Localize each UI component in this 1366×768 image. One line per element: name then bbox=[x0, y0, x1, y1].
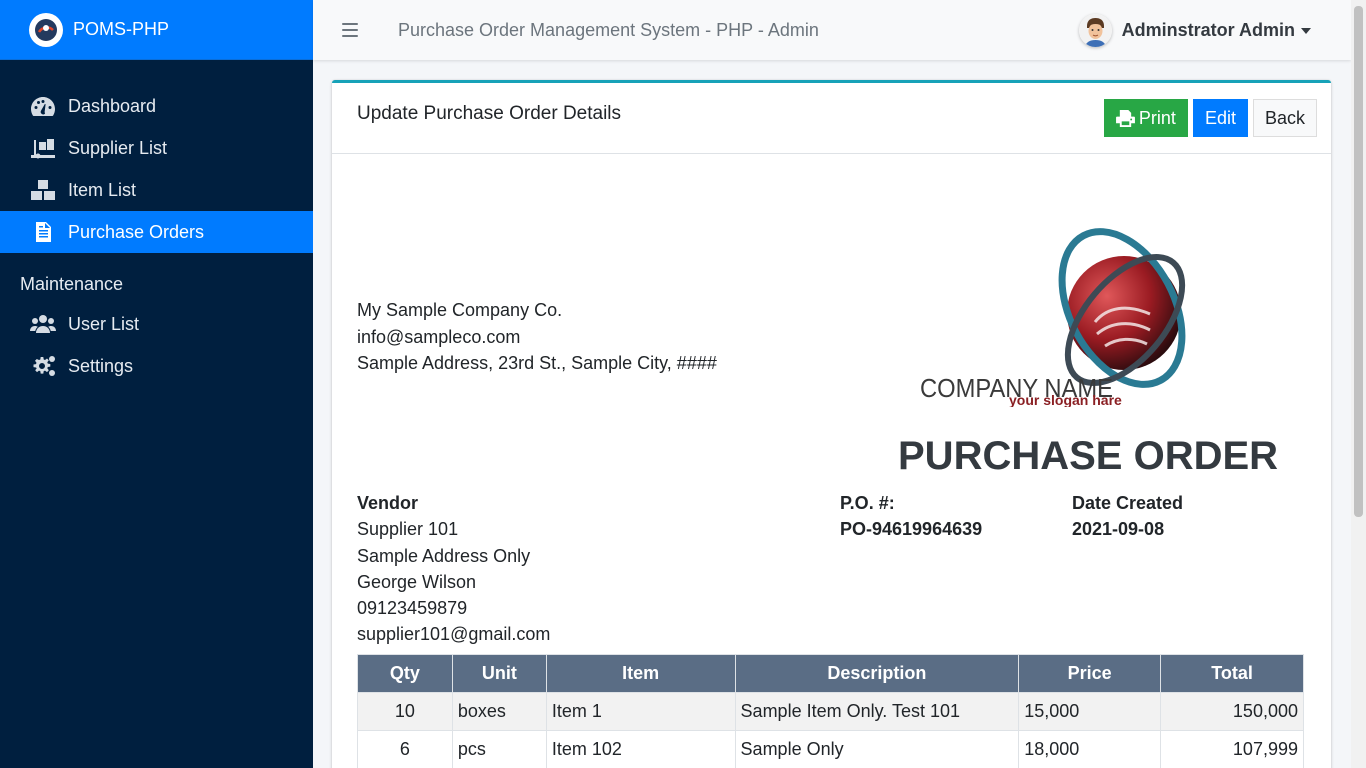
column-header-description: Description bbox=[734, 654, 1020, 693]
cell-price: 18,000 bbox=[1018, 730, 1162, 768]
vendor-address: Sample Address Only bbox=[357, 545, 531, 566]
card-header: Update Purchase Order Details Print Edit… bbox=[332, 83, 1331, 154]
sidebar-item-dashboard[interactable]: Dashboard bbox=[0, 85, 313, 127]
card-title: Update Purchase Order Details bbox=[357, 103, 622, 124]
cell-qty: 10 bbox=[357, 692, 453, 731]
sidebar-item-label: Dashboard bbox=[68, 95, 157, 116]
vendor-label: Vendor bbox=[357, 493, 419, 513]
table-header-row: Qty Unit Item Description Price Total bbox=[357, 654, 1304, 693]
table-row: 10 boxes Item 1 Sample Item Only. Test 1… bbox=[357, 692, 1304, 731]
date-created: 2021-09-08 bbox=[1072, 519, 1165, 540]
sidebar: POMS-PHP Dashboard Supplier List Item Li… bbox=[0, 0, 313, 768]
cell-qty: 6 bbox=[357, 730, 453, 768]
cogs-icon bbox=[29, 354, 56, 378]
column-header-qty: Qty bbox=[357, 654, 453, 693]
users-icon bbox=[29, 312, 56, 336]
date-created-label: Date Created bbox=[1072, 493, 1184, 513]
cell-description: Sample Item Only. Test 101 bbox=[734, 692, 1020, 731]
print-label: Print bbox=[1138, 107, 1176, 128]
tachometer-icon bbox=[29, 94, 56, 118]
sidebar-item-settings[interactable]: Settings bbox=[0, 345, 313, 387]
po-number: PO-94619964639 bbox=[840, 519, 983, 540]
sidebar-item-label: User List bbox=[68, 313, 140, 334]
column-header-unit: Unit bbox=[451, 654, 547, 693]
column-header-item: Item bbox=[545, 654, 736, 693]
boxes-icon bbox=[29, 178, 56, 202]
column-header-total: Total bbox=[1160, 654, 1304, 693]
top-navbar: Purchase Order Management System - PHP -… bbox=[313, 0, 1351, 60]
brand-link[interactable]: POMS-PHP bbox=[0, 0, 313, 60]
vendor-contact: George Wilson bbox=[357, 571, 477, 592]
vendor-phone: 09123459879 bbox=[357, 598, 468, 619]
cell-price: 15,000 bbox=[1018, 692, 1162, 731]
logo-slogan: your slogan hare bbox=[1009, 392, 1122, 407]
caret-down-icon bbox=[1301, 27, 1311, 34]
cell-item: Item 1 bbox=[545, 692, 736, 731]
company-logo: COMPANY NAME your slogan hare bbox=[917, 202, 1222, 408]
company-address: Sample Address, 23rd St., Sample City, #… bbox=[357, 353, 717, 373]
sidebar-item-purchase-orders[interactable]: Purchase Orders bbox=[0, 211, 313, 253]
date-created-block: Date Created 2021-09-08 bbox=[1072, 490, 1183, 543]
brand-name: POMS-PHP bbox=[73, 19, 170, 39]
sidebar-item-label: Supplier List bbox=[68, 137, 168, 158]
cell-unit: boxes bbox=[451, 692, 547, 731]
sidebar-item-item-list[interactable]: Item List bbox=[0, 169, 313, 211]
purchase-order-heading: PURCHASE ORDER bbox=[898, 434, 1279, 478]
cell-total: 150,000 bbox=[1160, 692, 1304, 731]
brand-logo-icon bbox=[29, 12, 63, 47]
company-email: info@sampleco.com bbox=[357, 326, 521, 347]
scrollbar-thumb[interactable] bbox=[1354, 6, 1363, 517]
app-title: Purchase Order Management System - PHP -… bbox=[398, 19, 819, 40]
vendor-email: supplier101@gmail.com bbox=[357, 624, 551, 645]
truck-loading-icon bbox=[29, 136, 56, 160]
sidebar-nav: Dashboard Supplier List Item List Purcha… bbox=[0, 60, 313, 387]
order-items-table: Qty Unit Item Description Price Total 10… bbox=[357, 654, 1304, 768]
po-number-block: P.O. #: PO-94619964639 bbox=[840, 490, 982, 543]
sidebar-item-label: Item List bbox=[68, 179, 137, 200]
menu-toggle-icon[interactable] bbox=[342, 23, 358, 37]
company-info: My Sample Company Co. info@sampleco.com … bbox=[357, 297, 717, 377]
back-button[interactable]: Back bbox=[1252, 99, 1317, 137]
card-actions: Print Edit Back bbox=[1099, 99, 1317, 137]
vendor-info: Vendor Supplier 101 Sample Address Only … bbox=[357, 490, 550, 648]
user-name: Adminstrator Admin bbox=[1121, 20, 1295, 40]
company-name: My Sample Company Co. bbox=[357, 300, 563, 320]
sidebar-item-label: Purchase Orders bbox=[68, 221, 205, 242]
column-header-price: Price bbox=[1018, 654, 1162, 693]
sidebar-item-user-list[interactable]: User List bbox=[0, 303, 313, 345]
sidebar-item-label: Settings bbox=[68, 355, 134, 376]
purchase-order-card: Update Purchase Order Details Print Edit… bbox=[332, 80, 1331, 768]
sidebar-section-maintenance: Maintenance bbox=[20, 274, 124, 294]
print-button[interactable]: Print bbox=[1103, 99, 1188, 137]
page-scrollbar[interactable] bbox=[1351, 0, 1366, 768]
vendor-name: Supplier 101 bbox=[357, 519, 459, 540]
table-row: 6 pcs Item 102 Sample Only 18,000 107,99… bbox=[357, 730, 1304, 768]
sidebar-item-supplier-list[interactable]: Supplier List bbox=[0, 127, 313, 169]
cell-description: Sample Only bbox=[734, 730, 1020, 768]
po-number-label: P.O. #: bbox=[840, 493, 895, 513]
edit-button[interactable]: Edit bbox=[1192, 99, 1248, 137]
file-invoice-icon bbox=[29, 220, 56, 244]
user-menu-dropdown[interactable]: Adminstrator Admin bbox=[1078, 14, 1311, 47]
cell-total: 107,999 bbox=[1160, 730, 1304, 768]
cell-unit: pcs bbox=[451, 730, 547, 768]
cell-item: Item 102 bbox=[545, 730, 736, 768]
print-icon bbox=[1115, 109, 1135, 127]
avatar bbox=[1078, 14, 1112, 47]
